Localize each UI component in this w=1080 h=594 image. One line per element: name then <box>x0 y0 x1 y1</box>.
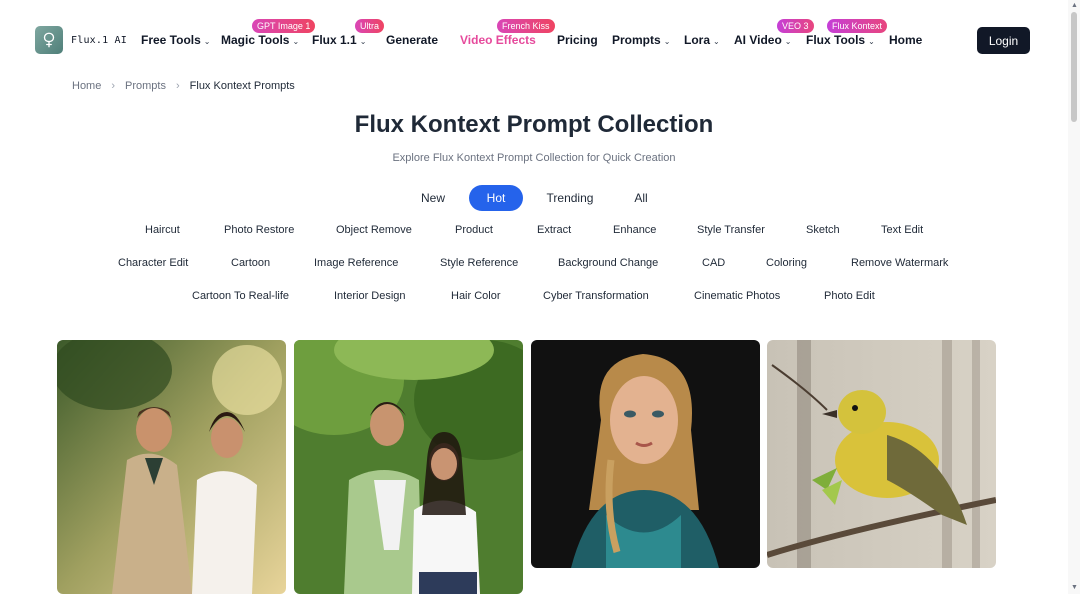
bird-photo-image <box>767 340 996 568</box>
nav-label: Magic Tools <box>221 33 290 47</box>
logo-icon[interactable] <box>35 26 63 54</box>
tab-hot[interactable]: Hot <box>469 185 523 211</box>
nav-label: Prompts <box>612 33 661 47</box>
nav-prompts[interactable]: Prompts ⌄ <box>612 33 670 47</box>
category-character-edit[interactable]: Character Edit <box>118 257 188 269</box>
nav-label: Home <box>889 33 923 47</box>
breadcrumb-separator-icon: › <box>111 80 116 92</box>
category-style-transfer[interactable]: Style Transfer <box>697 224 765 236</box>
prompt-card-couple-casual[interactable] <box>294 340 523 594</box>
nav-badge: French Kiss <box>497 19 555 33</box>
category-sketch[interactable]: Sketch <box>806 224 840 236</box>
nav-pricing[interactable]: Pricing <box>557 33 598 47</box>
tab-new[interactable]: New <box>416 185 450 211</box>
category-image-reference[interactable]: Image Reference <box>314 257 398 269</box>
chevron-down-icon: ⌄ <box>292 37 300 46</box>
nav-lora[interactable]: Lora ⌄ <box>684 33 720 47</box>
category-background-change[interactable]: Background Change <box>558 257 658 269</box>
nav-video-effects[interactable]: Video Effects <box>460 33 536 47</box>
nav-badge: Flux Kontext <box>827 19 888 33</box>
category-coloring[interactable]: Coloring <box>766 257 807 269</box>
nav-ai-video[interactable]: AI Video ⌄ <box>734 33 792 47</box>
nav-label: Flux 1.1 <box>312 33 357 47</box>
couple-park-image <box>294 340 523 594</box>
nav-badge: Ultra <box>355 19 385 33</box>
category-remove-watermark[interactable]: Remove Watermark <box>851 257 948 269</box>
nav-generate[interactable]: Generate <box>386 33 438 47</box>
vertical-scrollbar[interactable]: ▲ ▼ <box>1068 0 1080 594</box>
category-style-reference[interactable]: Style Reference <box>440 257 518 269</box>
chevron-down-icon: ⌄ <box>203 37 211 46</box>
category-cinematic-photos[interactable]: Cinematic Photos <box>694 290 780 302</box>
nav-flux-1-1[interactable]: Flux 1.1 ⌄ <box>312 33 366 47</box>
nav-free-tools[interactable]: Free Tools ⌄ <box>141 33 211 47</box>
category-interior-design[interactable]: Interior Design <box>334 290 406 302</box>
chevron-down-icon: ⌄ <box>663 37 671 46</box>
prompt-card-yellow-bird[interactable] <box>767 340 996 568</box>
nav-magic-tools[interactable]: Magic Tools ⌄ <box>221 33 299 47</box>
tab-trending[interactable]: Trending <box>542 185 598 211</box>
nav-badge: GPT Image 1 <box>252 19 316 33</box>
chevron-down-icon: ⌄ <box>713 37 720 46</box>
chevron-down-icon: ⌄ <box>784 37 792 46</box>
nav-label: Free Tools <box>141 33 201 47</box>
chevron-down-icon: ⌄ <box>868 37 875 46</box>
nav-label: Pricing <box>557 33 598 47</box>
scrollbar-thumb[interactable] <box>1071 12 1077 122</box>
category-photo-edit[interactable]: Photo Edit <box>824 290 875 302</box>
breadcrumb-current: Flux Kontext Prompts <box>189 80 295 92</box>
category-haircut[interactable]: Haircut <box>145 224 180 236</box>
tab-all[interactable]: All <box>627 185 655 211</box>
category-product[interactable]: Product <box>455 224 493 236</box>
category-text-edit[interactable]: Text Edit <box>881 224 923 236</box>
nav-flux-tools[interactable]: Flux Tools ⌄ <box>806 33 875 47</box>
category-cyber-transformation[interactable]: Cyber Transformation <box>543 290 649 302</box>
breadcrumb-prompts[interactable]: Prompts <box>125 80 166 92</box>
scroll-down-arrow-icon[interactable]: ▼ <box>1071 584 1078 591</box>
scroll-up-arrow-icon[interactable]: ▲ <box>1071 2 1078 9</box>
nav-badge: VEO 3 <box>777 19 814 33</box>
woman-portrait-image <box>531 340 760 568</box>
category-extract[interactable]: Extract <box>537 224 571 236</box>
category-cartoon[interactable]: Cartoon <box>231 257 270 269</box>
nav-label: Generate <box>386 33 439 47</box>
nav-home[interactable]: Home <box>889 33 922 47</box>
breadcrumb-home[interactable]: Home <box>72 80 101 92</box>
couple-photo-image <box>57 340 286 594</box>
page-title: Flux Kontext Prompt Collection <box>354 111 714 138</box>
category-hair-color[interactable]: Hair Color <box>451 290 501 302</box>
nav-label: Flux Tools <box>806 33 866 47</box>
nav-label: Video Effects <box>460 33 536 47</box>
login-button[interactable]: Login <box>977 27 1030 54</box>
brand-name[interactable]: Flux.1 AI <box>71 35 127 46</box>
category-enhance[interactable]: Enhance <box>613 224 656 236</box>
prompt-card-blonde-woman[interactable] <box>531 340 760 568</box>
nav-label: Lora <box>684 33 711 47</box>
page-subtitle: Explore Flux Kontext Prompt Collection f… <box>392 152 676 164</box>
nav-label: AI Video <box>734 33 782 47</box>
breadcrumb: Home › Prompts › Flux Kontext Prompts <box>72 80 295 92</box>
top-nav: Flux.1 AI Free Tools ⌄ Magic Tools ⌄ GPT Ima… <box>0 0 1068 80</box>
category-cad[interactable]: CAD <box>702 257 725 269</box>
category-object-remove[interactable]: Object Remove <box>336 224 412 236</box>
prompt-card-couple-formal[interactable] <box>57 340 286 594</box>
breadcrumb-separator-icon: › <box>175 80 180 92</box>
category-photo-restore[interactable]: Photo Restore <box>224 224 294 236</box>
chevron-down-icon: ⌄ <box>359 37 367 46</box>
category-cartoon-to-real-life[interactable]: Cartoon To Real-life <box>192 290 289 302</box>
